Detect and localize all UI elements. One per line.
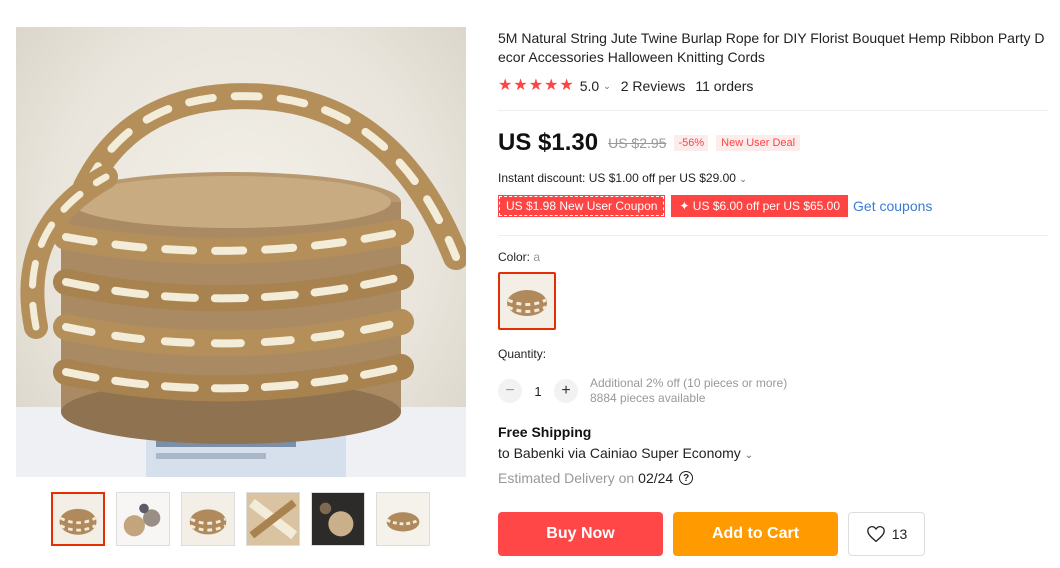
buy-now-button[interactable]: Buy Now — [498, 512, 663, 556]
quantity-info: Additional 2% off (10 pieces or more) 88… — [590, 376, 787, 406]
jute-spool-illustration — [16, 83, 466, 477]
divider — [498, 235, 1048, 236]
chevron-down-icon: ⌄ — [744, 450, 754, 461]
color-label: Color: a — [498, 250, 540, 264]
current-price: US $1.30 — [498, 129, 599, 156]
help-icon[interactable]: ? — [679, 471, 694, 485]
store-coupon[interactable]: ✦ US $6.00 off per US $65.00 — [671, 195, 849, 217]
thumbnail-6[interactable] — [376, 492, 430, 546]
delivery-date: 02/24 — [638, 470, 674, 486]
quantity-increase-button[interactable]: + — [554, 379, 578, 403]
coupon-row: US $1.98 New User Coupon ✦ US $6.00 off … — [498, 195, 932, 217]
discount-badge: -56% — [674, 135, 709, 151]
delivery-prefix: Estimated Delivery on — [498, 470, 635, 486]
get-coupons-link[interactable]: Get coupons — [853, 198, 932, 214]
chevron-down-icon[interactable]: ⌄ — [603, 81, 611, 92]
wishlist-button[interactable]: 13 — [848, 512, 925, 556]
star-icon: ★ — [498, 77, 513, 94]
wishlist-count: 13 — [891, 526, 908, 542]
color-option-a[interactable] — [498, 272, 556, 330]
thumbnail-1[interactable] — [51, 492, 105, 546]
original-price: US $2.95 — [608, 135, 667, 151]
star-rating: ★ ★ ★ ★ ★ — [498, 78, 574, 94]
thumbnail-5[interactable] — [311, 492, 365, 546]
price-row: US $1.30 US $2.95 -56% New User Deal — [498, 129, 801, 157]
quantity-decrease-button[interactable]: − — [498, 379, 522, 403]
quantity-label: Quantity: — [498, 347, 547, 361]
add-to-cart-button[interactable]: Add to Cart — [673, 512, 838, 556]
star-icon: ★ — [513, 77, 528, 94]
quantity-input[interactable]: 1 — [522, 384, 554, 399]
rating-value[interactable]: 5.0 — [580, 78, 599, 94]
bulk-discount-note: Additional 2% off (10 pieces or more) — [590, 376, 788, 390]
thumbnail-strip — [51, 492, 430, 546]
reviews-link[interactable]: 2 Reviews — [621, 78, 686, 94]
thumbnail-3[interactable] — [181, 492, 235, 546]
free-shipping-title: Free Shipping — [498, 424, 592, 440]
color-label-text: Color: — [498, 250, 531, 264]
thumbnail-4[interactable] — [246, 492, 300, 546]
instant-discount[interactable]: Instant discount: US $1.00 off per US $2… — [498, 171, 747, 185]
star-icon: ★ — [544, 77, 559, 94]
new-user-coupon[interactable]: US $1.98 New User Coupon — [498, 195, 666, 217]
product-title: 5M Natural String Jute Twine Burlap Rope… — [498, 30, 1045, 65]
estimated-delivery: Estimated Delivery on 02/24 ? — [498, 470, 694, 486]
color-value: a — [533, 250, 541, 264]
shipping-destination: to Babenki via Cainiao Super Economy — [498, 445, 741, 461]
star-icon: ★ — [559, 77, 574, 94]
star-icon: ★ — [528, 77, 544, 94]
thumbnail-2[interactable] — [116, 492, 170, 546]
divider — [498, 110, 1048, 111]
main-product-image[interactable] — [16, 27, 466, 477]
heart-icon — [866, 525, 885, 543]
instant-discount-text: Instant discount: US $1.00 off per US $2… — [498, 171, 736, 185]
new-user-deal-badge: New User Deal — [716, 135, 801, 151]
quantity-stepper: − 1 + Additional 2% off (10 pieces or mo… — [498, 376, 787, 406]
orders-count: 11 orders — [695, 78, 754, 94]
color-swatch-image — [507, 290, 547, 316]
rating-row: ★ ★ ★ ★ ★ 5.0 ⌄ 2 Reviews 11 orders — [498, 77, 753, 95]
stock-available: 8884 pieces available — [590, 391, 706, 405]
shipping-method-selector[interactable]: to Babenki via Cainiao Super Economy ⌄ — [498, 445, 753, 461]
chevron-down-icon: ⌄ — [739, 174, 747, 184]
